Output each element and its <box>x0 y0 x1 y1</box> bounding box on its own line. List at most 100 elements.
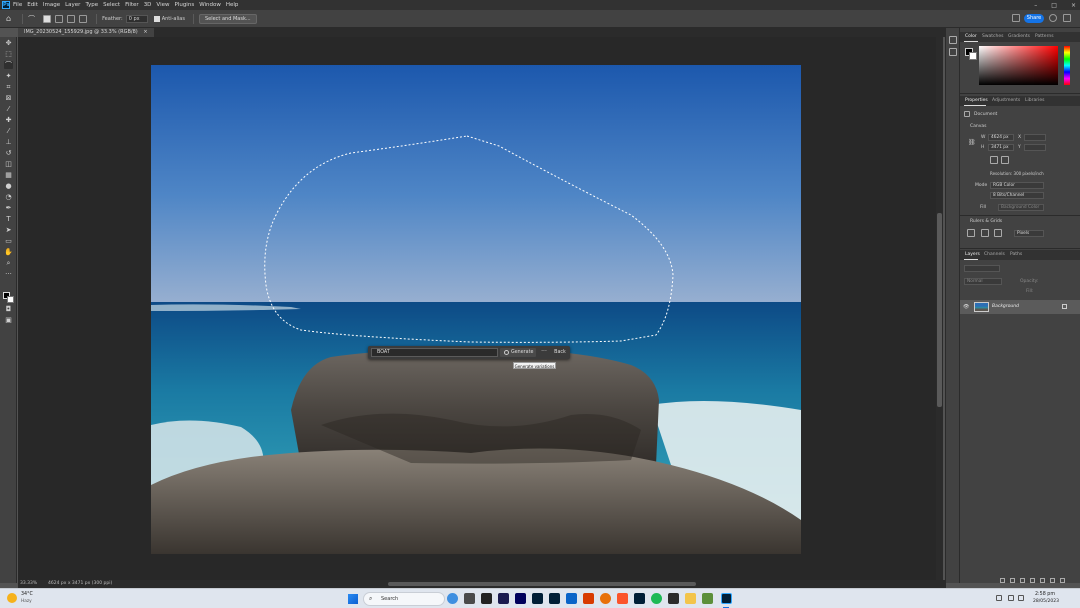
frame-tool-icon[interactable]: ⊠ <box>4 94 13 102</box>
link-layers-icon[interactable] <box>1000 578 1005 583</box>
tab-gradients[interactable]: Gradients <box>1008 32 1030 42</box>
screen-mode-icon[interactable]: ▣ <box>4 316 13 324</box>
brave-icon[interactable] <box>617 593 628 604</box>
hand-tool-icon[interactable]: ✋ <box>4 248 13 256</box>
tab-paths[interactable]: Paths <box>1010 250 1022 260</box>
menu-plugins[interactable]: Plugins <box>174 2 194 8</box>
color-picker-field[interactable] <box>979 46 1058 85</box>
subtract-selection-icon[interactable] <box>67 14 76 23</box>
share-button[interactable]: Share <box>1024 14 1044 23</box>
fill-select[interactable]: Background Color <box>998 204 1044 211</box>
menu-filter[interactable]: Filter <box>125 2 139 8</box>
photoshop-beta-icon[interactable] <box>634 593 645 604</box>
store-icon[interactable] <box>668 593 679 604</box>
group-icon[interactable] <box>1040 578 1045 583</box>
app-orange-icon[interactable] <box>600 593 611 604</box>
blend-mode-select[interactable]: Normal <box>964 278 1002 285</box>
adjustment-layer-icon[interactable] <box>1030 578 1035 583</box>
clock-time[interactable]: 2:58 pm <box>1035 592 1055 597</box>
clock-date[interactable]: 28/05/2023 <box>1033 599 1059 604</box>
close-icon[interactable]: × <box>1071 2 1076 9</box>
rectangle-tool-icon[interactable]: ▭ <box>4 237 13 245</box>
menu-file[interactable]: File <box>13 2 22 8</box>
photoshop-active-icon[interactable] <box>721 593 732 604</box>
menu-select[interactable]: Select <box>103 2 120 8</box>
new-layer-icon[interactable] <box>1050 578 1055 583</box>
background-color-swatch[interactable] <box>7 296 14 303</box>
close-tab-icon[interactable]: × <box>143 29 147 35</box>
generative-fill-prompt-input[interactable]: BOAT <box>371 348 498 357</box>
layer-row-background[interactable]: 👁 Background <box>960 300 1080 314</box>
vertical-scroll-thumb[interactable] <box>937 213 942 407</box>
terminal-icon[interactable] <box>481 593 492 604</box>
menu-image[interactable]: Image <box>43 2 60 8</box>
mode-select[interactable]: RGB Color <box>990 182 1044 189</box>
hue-slider[interactable] <box>1064 46 1070 85</box>
fx-icon[interactable] <box>1010 578 1015 583</box>
visibility-eye-icon[interactable]: 👁 <box>963 304 969 310</box>
tab-adjustments[interactable]: Adjustments <box>992 96 1020 106</box>
history-panel-icon[interactable] <box>949 36 957 44</box>
guides-icon[interactable] <box>994 229 1002 237</box>
width-input[interactable]: 4624 px <box>988 134 1014 141</box>
layer-filter-select[interactable] <box>964 265 1000 272</box>
menu-window[interactable]: Window <box>199 2 221 8</box>
rulers-grids-section-label[interactable]: Rulers & Grids <box>970 219 1002 224</box>
link-icon[interactable]: ⛓ <box>968 139 976 146</box>
document-size-info[interactable]: 4624 px x 3471 px (300 ppi) <box>48 580 112 588</box>
x-input[interactable] <box>1024 134 1046 141</box>
intersect-selection-icon[interactable] <box>79 14 88 23</box>
grid-icon[interactable] <box>981 229 989 237</box>
file-explorer-icon[interactable] <box>685 593 696 604</box>
app-green-icon[interactable] <box>702 593 713 604</box>
blur-tool-icon[interactable]: ● <box>4 182 13 190</box>
weather-sun-icon[interactable] <box>7 593 17 603</box>
menu-3d[interactable]: 3D <box>144 2 152 8</box>
outlook-icon[interactable] <box>566 593 577 604</box>
quick-mask-icon[interactable]: ◘ <box>4 305 13 313</box>
ruler-icon[interactable] <box>967 229 975 237</box>
crop-tool-icon[interactable]: ⌗ <box>4 83 13 91</box>
properties-panel-icon[interactable] <box>949 48 957 56</box>
feather-input[interactable]: 0 px <box>125 14 148 23</box>
menu-edit[interactable]: Edit <box>27 2 38 8</box>
y-input[interactable] <box>1024 144 1046 151</box>
maximize-icon[interactable]: □ <box>1051 2 1057 9</box>
taskbar-search-box[interactable]: ⌕ Search <box>363 592 445 606</box>
menu-layer[interactable]: Layer <box>65 2 80 8</box>
new-selection-icon[interactable] <box>43 14 52 23</box>
bit-depth-select[interactable]: 8 Bits/Channel <box>990 192 1044 199</box>
landscape-orientation-icon[interactable] <box>1001 156 1009 164</box>
portrait-orientation-icon[interactable] <box>990 156 998 164</box>
lasso-preset-icon[interactable]: ⌒ <box>28 14 35 24</box>
premiere-icon[interactable] <box>515 593 526 604</box>
acrobat-icon[interactable] <box>498 593 509 604</box>
eyedropper-tool-icon[interactable]: ⁄ <box>4 105 13 113</box>
canvas-section-label[interactable]: Canvas <box>970 124 987 129</box>
lightroom-icon[interactable] <box>549 593 560 604</box>
windows-start-icon[interactable] <box>348 594 358 604</box>
tab-swatches[interactable]: Swatches <box>982 32 1004 42</box>
color-background-swatch[interactable] <box>969 52 977 60</box>
lasso-tool-icon[interactable]: ⌒ <box>4 61 13 69</box>
spotify-icon[interactable] <box>651 593 662 604</box>
height-input[interactable]: 3471 px <box>988 144 1014 151</box>
move-tool-icon[interactable]: ✥ <box>4 39 13 47</box>
tray-overflow-icon[interactable] <box>996 595 1002 601</box>
history-brush-tool-icon[interactable]: ↺ <box>4 149 13 157</box>
horizontal-scroll-thumb[interactable] <box>388 582 696 586</box>
more-options-button[interactable]: ··· <box>540 348 548 357</box>
wifi-icon[interactable] <box>1008 595 1014 601</box>
menu-help[interactable]: Help <box>226 2 239 8</box>
delete-layer-icon[interactable] <box>1060 578 1065 583</box>
anti-alias-checkbox[interactable] <box>153 15 160 22</box>
minimize-icon[interactable]: – <box>1034 2 1037 9</box>
workspace-icon[interactable] <box>1063 14 1071 22</box>
tab-channels[interactable]: Channels <box>984 250 1005 260</box>
home-icon[interactable]: ⌂ <box>6 14 11 23</box>
zoom-tool-icon[interactable]: ⌕ <box>4 259 13 267</box>
mask-icon[interactable] <box>1020 578 1025 583</box>
office-icon[interactable] <box>583 593 594 604</box>
clone-stamp-tool-icon[interactable]: ⊥ <box>4 138 13 146</box>
dodge-tool-icon[interactable]: ◔ <box>4 193 13 201</box>
